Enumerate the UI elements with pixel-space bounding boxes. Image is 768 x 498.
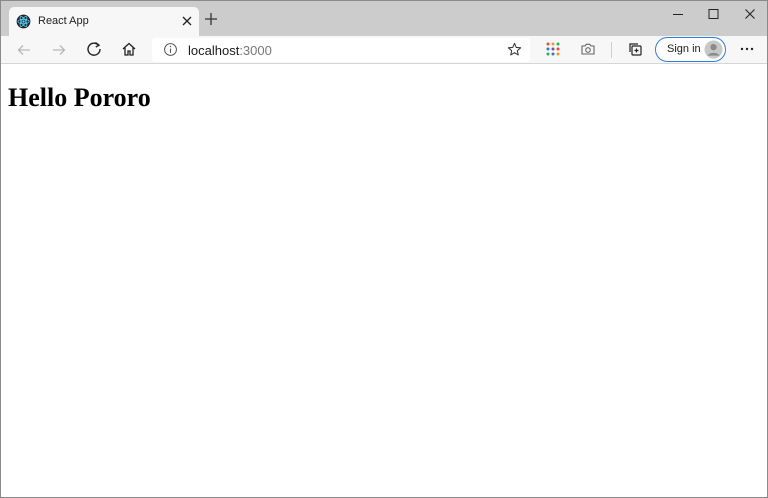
maximize-icon[interactable]: [702, 7, 724, 21]
camera-icon[interactable]: [580, 41, 596, 57]
new-tab-icon[interactable]: [204, 12, 218, 26]
page-heading: Hello Pororo: [8, 83, 151, 112]
tab-title: React App: [38, 15, 89, 27]
collections-icon[interactable]: [627, 41, 643, 57]
site-info-icon[interactable]: [163, 42, 178, 57]
refresh-icon[interactable]: [86, 41, 102, 57]
forward-icon[interactable]: [51, 42, 67, 58]
address-port: :3000: [239, 43, 272, 58]
close-tab-icon[interactable]: [181, 15, 193, 27]
avatar-icon: [704, 40, 723, 59]
tab-strip: React App: [1, 1, 767, 36]
more-options-icon[interactable]: [739, 41, 755, 57]
address-host: localhost: [188, 43, 240, 58]
address-url[interactable]: localhost:3000: [188, 43, 272, 58]
browser-window: React App localhost:3000 Sign in Hello P…: [0, 0, 768, 498]
sign-in-label: Sign in: [667, 43, 701, 55]
address-bar[interactable]: localhost:3000: [152, 38, 530, 62]
browser-toolbar: localhost:3000 Sign in: [1, 36, 767, 64]
back-icon[interactable]: [16, 42, 32, 58]
window-close-icon[interactable]: [739, 7, 761, 21]
toolbar-divider: [611, 42, 612, 58]
sign-in-button[interactable]: Sign in: [655, 37, 726, 62]
page-content: Hello Pororo: [1, 65, 767, 497]
home-icon[interactable]: [121, 41, 137, 57]
react-logo-icon: [16, 14, 31, 29]
apps-icon[interactable]: [545, 41, 561, 57]
favorite-star-icon[interactable]: [507, 42, 522, 57]
minimize-icon[interactable]: [667, 7, 689, 21]
tab-react-app[interactable]: React App: [9, 7, 199, 36]
